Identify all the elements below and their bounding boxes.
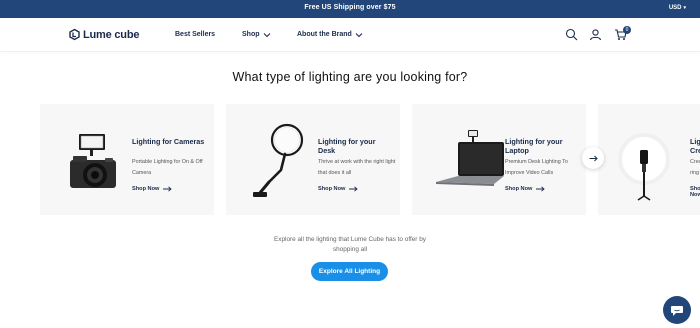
nav-about-brand-label: About the Brand [297,31,352,38]
search-icon[interactable] [565,28,578,41]
shop-now-link[interactable]: Shop Now [318,186,359,192]
account-icon[interactable] [589,28,602,41]
card-title: Lighting for your Laptop [505,137,563,155]
card-title: Lighting for Cameras [132,137,205,146]
desk-light-image [253,123,304,197]
shop-now-link[interactable]: Shop Now [505,186,546,192]
brand-logo[interactable]: Lume cube [68,28,139,41]
ring-light-image [618,133,670,201]
nav-shop[interactable]: Shop [242,31,271,38]
carousel-next-button[interactable] [582,147,604,169]
arrow-right-icon [163,186,173,192]
card-description: Thrive at work with the right light that… [318,159,396,176]
logo-mark-icon [69,28,80,41]
chevron-down-icon [263,32,270,37]
arrow-right-icon [536,186,546,192]
chevron-down-icon: ▾ [683,5,686,11]
nav-about-brand[interactable]: About the Brand [297,31,363,38]
chat-icon [671,305,683,316]
currency-selector[interactable]: USD ▾ [669,5,686,11]
card-title: Lighting for your Desk [318,137,376,155]
nav-best-sellers[interactable]: Best Sellers [175,31,215,38]
cart-count-badge: 0 [623,26,631,34]
shop-now-label: Shop Now [690,186,700,198]
nav-shop-label: Shop [242,31,260,38]
category-card-creators[interactable]: Lighting for Content Creators Create bea… [598,104,700,215]
card-description: Portable Lighting for On & Off Camera [132,159,203,176]
main-nav: Lume cube Best Sellers Shop About the Br… [0,18,700,52]
shop-now-label: Shop Now [318,186,346,192]
explore-all-lighting-button[interactable]: Explore All Lighting [311,262,388,281]
promo-bar: Free US Shipping over $75 USD ▾ [0,0,700,18]
nav-best-sellers-label: Best Sellers [175,31,216,38]
shop-now-link[interactable]: Shop Now [132,186,173,192]
promo-text: Free US Shipping over $75 [304,4,396,11]
category-card-desk[interactable]: Lighting for your Desk Thrive at work wi… [226,104,400,215]
chat-widget-button[interactable] [663,296,691,324]
shop-now-label: Shop Now [505,186,533,192]
chevron-down-icon [355,32,363,37]
section-title: What type of lighting are you looking fo… [232,70,468,84]
currency-label: USD [668,5,682,11]
category-card-laptop[interactable]: Lighting for your Laptop Premium Desk Li… [412,104,586,215]
brand-name: Lume cube [83,28,140,41]
arrow-right-icon [589,155,598,161]
shop-now-label: Shop Now [132,186,160,192]
category-card-cameras[interactable]: Lighting for Cameras Portable Lighting f… [40,104,214,215]
explore-description: Explore all the lighting that Lume Cube … [274,236,426,253]
arrow-right-icon [349,186,359,192]
card-description: Create beautiful content with ring light… [690,159,700,176]
card-description: Premium Desk Lighting To Improve Video C… [505,159,568,176]
laptop-light-image [436,130,504,186]
shop-now-link[interactable]: Shop Now [690,186,700,198]
card-title: Lighting for Content Creators [690,137,700,155]
